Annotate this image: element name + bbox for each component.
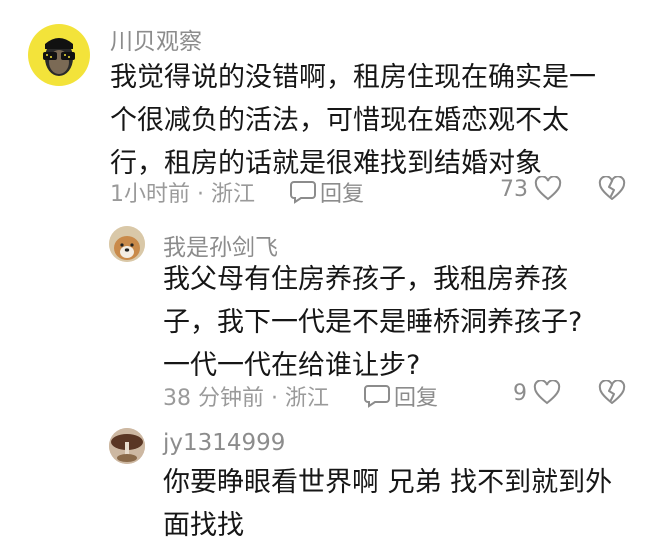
comment-body: 我父母有住房养孩子，我租房养孩 子，我下一代是不是睡桥洞养孩子? 一代一代在给谁… <box>163 258 582 387</box>
comment-username[interactable]: 川贝观察 <box>110 22 202 56</box>
comment-line: 我父母有住房养孩子，我租房养孩 <box>163 264 568 295</box>
comment-line: 我觉得说的没错啊，租房住现在确实是一 <box>110 62 596 93</box>
avatar[interactable] <box>109 428 145 464</box>
like-button[interactable]: 9 <box>513 380 561 406</box>
like-count: 73 <box>500 176 528 202</box>
comment-meta: 38 分钟前 · 浙江 <box>163 386 329 411</box>
reply-label: 回复 <box>320 182 365 207</box>
like-count: 9 <box>513 380 527 406</box>
avatar[interactable] <box>109 226 145 262</box>
comment-body: 你要睁眼看世界啊 兄弟 找不到就到外 面找找 <box>163 461 612 547</box>
heart-icon <box>534 176 562 202</box>
speech-bubble-icon <box>290 180 316 204</box>
reply-button[interactable]: 回复 <box>290 176 364 208</box>
comment-body: 我觉得说的没错啊，租房住现在确实是一 个很减负的活法，可惜现在婚恋观不太 行，租… <box>110 56 596 185</box>
broken-heart-icon <box>598 176 626 202</box>
comment-line: 你要睁眼看世界啊 兄弟 找不到就到外 <box>163 467 613 498</box>
comment-line: 子，我下一代是不是睡桥洞养孩子? <box>163 307 583 338</box>
reply-label: 回复 <box>394 386 439 411</box>
speech-bubble-icon <box>364 384 390 408</box>
like-button[interactable]: 73 <box>500 176 562 202</box>
broken-heart-icon <box>598 380 626 406</box>
dislike-button[interactable] <box>598 380 626 406</box>
avatar[interactable] <box>28 24 90 86</box>
comment-meta: 1小时前 · 浙江 <box>110 182 255 207</box>
comment-line: 个很减负的活法，可惜现在婚恋观不太 <box>110 105 569 136</box>
comment-username[interactable]: 我是孙剑飞 <box>163 228 278 262</box>
comment-line: 面找找 <box>163 510 244 541</box>
reply-button[interactable]: 回复 <box>364 380 438 412</box>
comment-username[interactable]: jy1314999 <box>163 430 285 456</box>
dislike-button[interactable] <box>598 176 626 202</box>
heart-icon <box>533 380 561 406</box>
